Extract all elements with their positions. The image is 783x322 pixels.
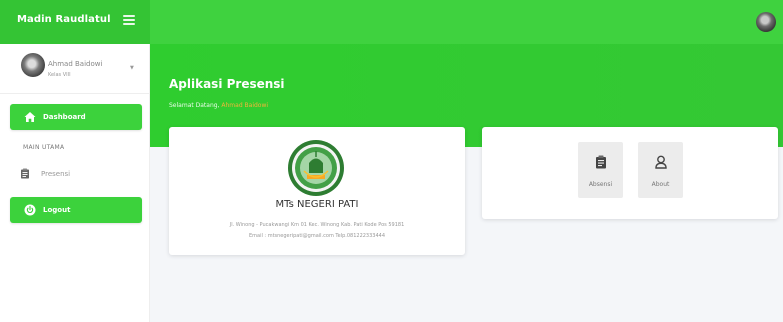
about-button[interactable]: About (638, 142, 683, 198)
welcome-text: Selamat Datang, Ahmad Baidowi (169, 102, 268, 109)
user-panel[interactable]: Ahmad Baidowi Kelas VIII ▼ (0, 44, 150, 94)
welcome-name: Ahmad Baidowi (221, 102, 269, 109)
sidebar-item-presensi[interactable]: Presensi (20, 167, 140, 181)
sidebar-item-label: Dashboard (43, 113, 86, 121)
clipboard-icon (596, 155, 606, 169)
sidebar-item-dashboard[interactable]: Dashboard (10, 104, 142, 130)
sidebar: Ahmad Baidowi Kelas VIII ▼ Dashboard MAI… (0, 44, 150, 322)
power-icon (24, 204, 36, 216)
menu-card: Absensi About (482, 127, 778, 219)
absensi-button[interactable]: Absensi (578, 142, 623, 198)
sidebar-item-label: Presensi (41, 170, 71, 178)
person-icon (655, 155, 667, 169)
user-name: Ahmad Baidowi (48, 60, 103, 68)
user-avatar-icon[interactable] (756, 12, 776, 32)
about-label: About (651, 181, 670, 188)
section-title: MAIN UTAMA (23, 144, 65, 151)
school-address: Jl. Winong - Pucakwangi Km 01 Kec. Winon… (229, 222, 405, 228)
school-card: MTs NEGERI PATI Jl. Winong - Pucakwangi … (169, 127, 465, 255)
school-name: MTs NEGERI PATI (275, 199, 359, 210)
menu-icon[interactable] (123, 15, 135, 25)
top-navbar: Madin Raudlatul (0, 0, 783, 44)
chevron-down-icon[interactable]: ▼ (130, 65, 134, 71)
school-contact: Email : mtsnegeripati@gmail.com Telp.081… (248, 233, 386, 239)
brand-area: Madin Raudlatul (0, 0, 150, 44)
logout-label: Logout (43, 206, 71, 214)
brand-title[interactable]: Madin Raudlatul (17, 14, 111, 25)
clipboard-icon (21, 168, 29, 179)
logout-button[interactable]: Logout (10, 197, 142, 223)
home-icon (24, 112, 36, 122)
school-logo-icon (288, 140, 344, 196)
page-title: Aplikasi Presensi (169, 77, 285, 91)
user-class: Kelas VIII (48, 72, 71, 78)
absensi-label: Absensi (588, 181, 613, 188)
welcome-prefix: Selamat Datang, (169, 102, 222, 109)
avatar (21, 53, 45, 77)
